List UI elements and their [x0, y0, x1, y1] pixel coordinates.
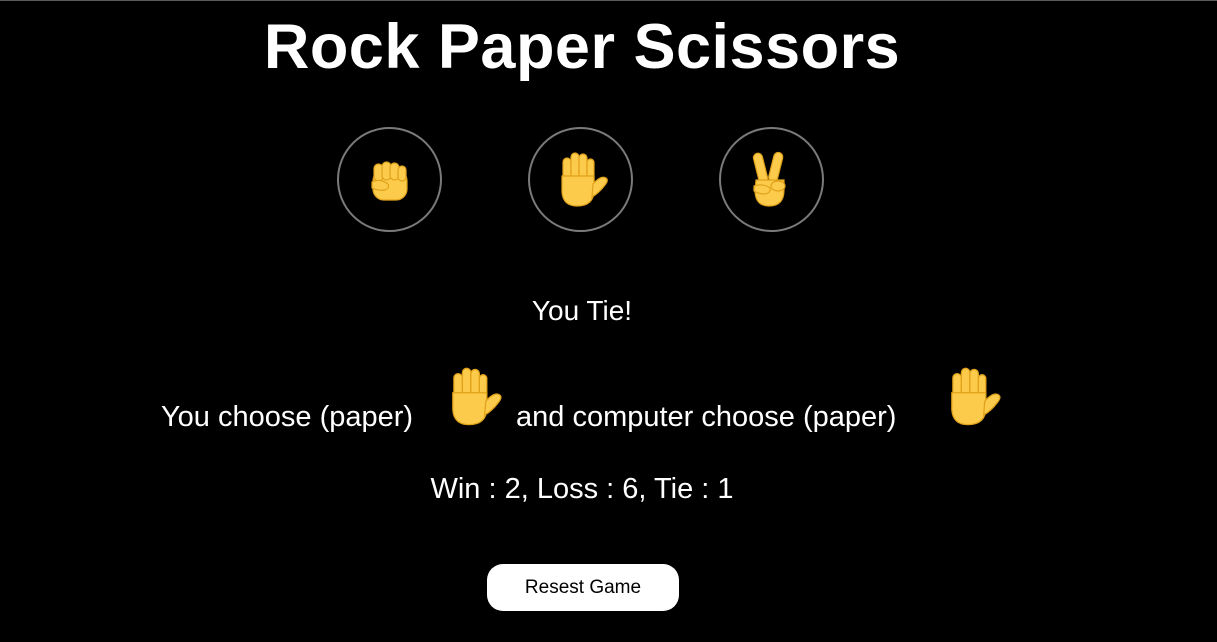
- choice-detail: You choose (paper) and computer choose (…: [161, 361, 1061, 441]
- game-title: Rock Paper Scissors: [263, 12, 901, 82]
- paper-button[interactable]: [528, 127, 633, 232]
- choice-row: [337, 127, 828, 236]
- score-tally: Win : 2, Loss : 6, Tie : 1: [430, 473, 734, 505]
- rock-button[interactable]: [337, 127, 442, 232]
- reset-game-button[interactable]: Resest Game: [487, 564, 679, 611]
- raised-hand-icon: [560, 151, 608, 207]
- computer-raised-hand-icon: [951, 367, 1001, 426]
- computer-choice-text: and computer choose (paper): [516, 401, 897, 433]
- scissors-button[interactable]: [719, 127, 824, 232]
- raised-fist-icon: [370, 160, 408, 201]
- victory-hand-icon: [752, 151, 786, 207]
- result-message: You Tie!: [531, 295, 633, 326]
- player-raised-hand-icon: [452, 367, 502, 426]
- player-choice-text: You choose (paper): [161, 401, 414, 433]
